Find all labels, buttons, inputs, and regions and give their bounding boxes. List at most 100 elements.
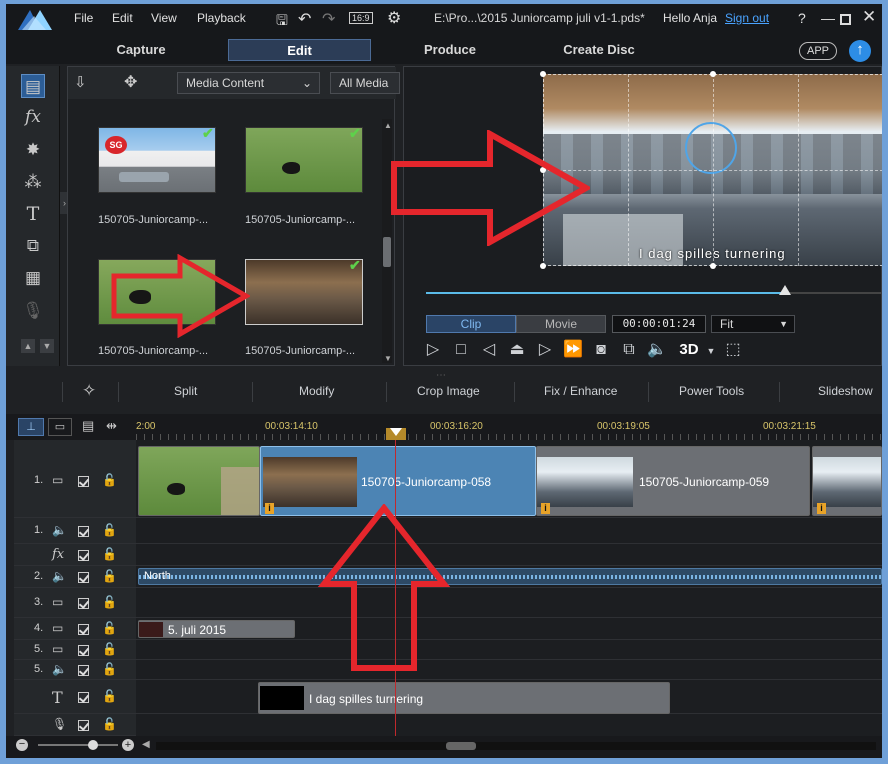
clip-info-icon[interactable]: i	[541, 503, 550, 514]
app-button[interactable]: APP	[799, 42, 837, 60]
transition-room-icon[interactable]: ⧉	[21, 234, 45, 258]
storyboard-view-icon[interactable]: ▭	[48, 418, 72, 436]
clip-mode-tab[interactable]: Clip	[426, 315, 516, 333]
plugins-puzzle-icon[interactable]: ✥	[124, 72, 137, 92]
help-button[interactable]: ?	[798, 10, 806, 26]
track-enable-checkbox[interactable]	[78, 476, 89, 487]
video-clip[interactable]: 150705-Juniorcamp-059 i	[536, 446, 810, 516]
minimize-icon[interactable]: —	[821, 10, 835, 26]
close-icon[interactable]: ✕	[862, 7, 876, 27]
tab-edit[interactable]: Edit	[228, 39, 371, 61]
timeline-view-icon[interactable]: ⊥	[18, 418, 44, 436]
timeline-scrollbar[interactable]	[156, 742, 876, 750]
fast-forward-icon[interactable]: ⏩	[562, 339, 584, 361]
title-room-icon[interactable]: T	[21, 202, 45, 226]
menu-playback[interactable]: Playback	[197, 11, 246, 25]
lock-icon[interactable]: 🔓	[102, 642, 117, 656]
timeline-tracks[interactable]: 150705-Juniorcamp-058 i 150705-Juniorcam…	[136, 440, 882, 736]
audio-mixing-icon[interactable]: ▦	[21, 266, 45, 290]
all-media-dropdown[interactable]: All Media	[330, 72, 400, 94]
lock-icon[interactable]: 🔓	[102, 621, 117, 635]
track-enable-checkbox[interactable]	[78, 665, 89, 676]
three-d-button[interactable]: 3D	[678, 339, 700, 361]
scroll-down-icon[interactable]: ▼	[40, 339, 54, 353]
preview-quality-icon[interactable]: ⧉	[618, 339, 640, 361]
media-thumbnail[interactable]	[245, 127, 363, 193]
next-frame-icon[interactable]: ▷	[534, 339, 556, 361]
menu-edit[interactable]: Edit	[112, 11, 133, 25]
split-button[interactable]: Split	[174, 384, 197, 398]
fix-enhance-button[interactable]: Fix / Enhance	[544, 384, 617, 398]
track-enable-checkbox[interactable]	[78, 572, 89, 583]
lock-icon[interactable]: 🔓	[102, 689, 117, 703]
undo-icon[interactable]: ↶	[298, 9, 311, 29]
movie-mode-tab[interactable]: Movie	[516, 315, 606, 333]
settings-gear-icon[interactable]: ⚙	[387, 8, 401, 28]
audio-clip[interactable]: North	[138, 568, 882, 585]
crop-image-button[interactable]: Crop Image	[417, 384, 480, 398]
title-clip[interactable]: I dag spilles turnering	[258, 682, 670, 714]
power-tools-button[interactable]: Power Tools	[679, 384, 744, 398]
modify-button[interactable]: Modify	[299, 384, 334, 398]
aspect-ratio-button[interactable]: 16:9	[349, 12, 373, 24]
track-enable-checkbox[interactable]	[78, 692, 89, 703]
track-enable-checkbox[interactable]	[78, 526, 89, 537]
tab-capture[interactable]: Capture	[76, 39, 206, 61]
particle-icon[interactable]: ⁂	[21, 170, 45, 194]
play-icon[interactable]: ▷	[422, 339, 444, 361]
zoom-fit-dropdown[interactable]: Fit ▼	[711, 315, 795, 333]
tab-produce[interactable]: Produce	[385, 39, 515, 61]
timecode-display[interactable]: 00:00:01:24	[612, 315, 706, 333]
lock-icon[interactable]: 🔓	[102, 595, 117, 609]
track-enable-checkbox[interactable]	[78, 645, 89, 656]
media-room-icon[interactable]: ▤	[21, 74, 45, 98]
preview-progress-track[interactable]	[426, 285, 881, 295]
menu-file[interactable]: File	[74, 11, 93, 25]
preview-video-frame[interactable]: I dag spilles turnering	[540, 71, 882, 269]
fit-timeline-icon[interactable]: ⇹	[106, 418, 117, 434]
track-enable-checkbox[interactable]	[78, 550, 89, 561]
scroll-left-icon[interactable]: ◀	[142, 739, 150, 750]
slideshow-button[interactable]: Slideshow	[818, 384, 873, 398]
magic-tools-icon[interactable]: ✧	[82, 381, 96, 401]
video-clip[interactable]: 5. juli 2015	[138, 620, 295, 638]
lock-icon[interactable]: 🔓	[102, 569, 117, 583]
lock-icon[interactable]: 🔓	[102, 547, 117, 561]
chevron-down-icon[interactable]: ▼	[700, 340, 722, 362]
lock-icon[interactable]: 🔓	[102, 662, 117, 676]
voiceover-mic-icon[interactable]: 🎙	[21, 299, 45, 323]
previous-frame-icon[interactable]: ◁	[478, 339, 500, 361]
stop-icon[interactable]: □	[450, 339, 472, 361]
playhead-knob[interactable]	[779, 285, 792, 295]
upgrade-arrow-icon[interactable]: ↑	[849, 40, 871, 62]
tab-create-disc[interactable]: Create Disc	[534, 39, 664, 61]
video-clip[interactable]	[138, 446, 260, 516]
redo-icon[interactable]: ↷	[322, 9, 335, 29]
clip-info-icon[interactable]: i	[265, 503, 274, 514]
track-enable-checkbox[interactable]	[78, 598, 89, 609]
timeline-ruler[interactable]: ⊥ ▭ ▤ ⇹ 2:00 00:03:14:10 00:03:16:20 00:…	[6, 414, 882, 440]
pip-objects-icon[interactable]: ✸	[21, 138, 45, 162]
zoom-slider[interactable]	[38, 740, 118, 750]
zoom-slider-knob[interactable]	[88, 740, 98, 750]
save-icon[interactable]: 🖫	[276, 10, 288, 34]
track-manager-icon[interactable]: ▤	[82, 418, 94, 434]
maximize-icon[interactable]	[840, 14, 851, 25]
track-enable-checkbox[interactable]	[78, 624, 89, 635]
zoom-out-icon[interactable]: −	[16, 739, 28, 751]
lock-icon[interactable]: 🔓	[102, 523, 117, 537]
undock-preview-icon[interactable]: ⬚	[722, 339, 744, 361]
sign-out-link[interactable]: Sign out	[725, 11, 769, 25]
media-thumbnail[interactable]	[245, 259, 363, 325]
fx-room-icon[interactable]: fx	[21, 105, 45, 129]
menu-view[interactable]: View	[151, 11, 177, 25]
track-enable-checkbox[interactable]	[78, 720, 89, 731]
import-media-icon[interactable]: ⇩	[74, 73, 87, 91]
snapshot-camera-icon[interactable]: ◙	[590, 339, 612, 361]
scroll-up-icon[interactable]: ▲	[21, 339, 35, 353]
zoom-in-icon[interactable]: +	[122, 739, 134, 751]
split-clip-icon[interactable]: ⏏	[506, 339, 528, 361]
playhead-marker[interactable]	[386, 428, 406, 440]
video-clip[interactable]: i	[812, 446, 882, 516]
scrollbar-thumb[interactable]	[446, 742, 476, 750]
